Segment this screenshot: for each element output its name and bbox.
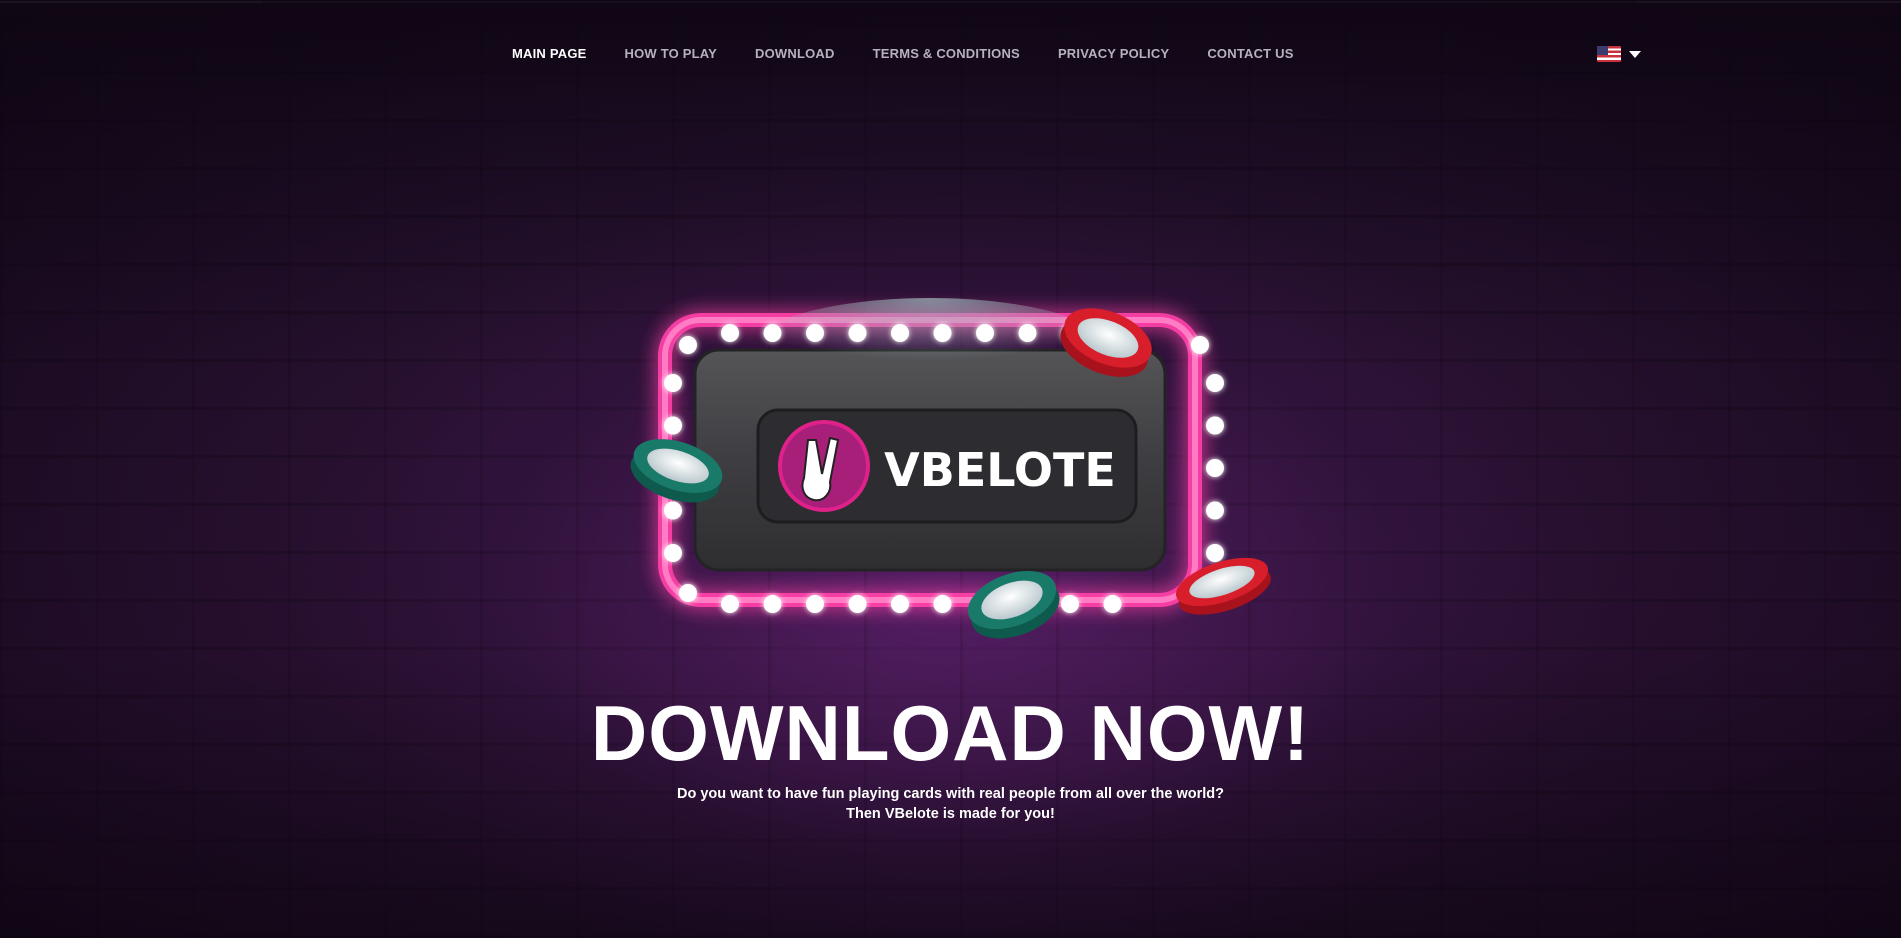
marquee-bulb — [1061, 595, 1079, 613]
marquee-bulb — [664, 416, 682, 435]
marquee-bulb — [721, 595, 739, 613]
marquee-bulb — [664, 544, 682, 562]
marquee-bulb — [1103, 595, 1122, 613]
marquee-bulb — [664, 501, 682, 520]
marquee-bulb — [664, 374, 682, 392]
logo-text: VBELOTE — [884, 443, 1116, 497]
nav-item-terms[interactable]: TERMS & CONDITIONS — [873, 46, 1020, 61]
marquee-bulb — [1191, 336, 1209, 354]
marquee-bulb — [1206, 501, 1224, 520]
marquee-bulb — [891, 595, 909, 613]
marquee-bulb — [679, 336, 697, 354]
marquee-bulb — [806, 595, 824, 613]
marquee-bulb — [806, 324, 824, 342]
nav-item-contact[interactable]: CONTACT US — [1207, 46, 1293, 61]
marquee-bulb — [1206, 374, 1224, 392]
marquee-bulb — [1206, 544, 1224, 562]
marquee-bulb — [763, 324, 782, 342]
subtitle-line-2: Then VBelote is made for you! — [846, 806, 1055, 822]
language-selector[interactable] — [1597, 46, 1641, 62]
us-flag-icon — [1597, 46, 1621, 62]
page-headline: DOWNLOAD NOW! — [590, 689, 1311, 777]
nav-item-privacy[interactable]: PRIVACY POLICY — [1058, 46, 1169, 61]
main-navigation: MAIN PAGE HOW TO PLAY DOWNLOAD TERMS & C… — [512, 46, 1294, 61]
marquee-bulb — [679, 584, 697, 602]
marquee-bulb — [891, 324, 909, 342]
marquee-bulb — [1018, 324, 1037, 342]
marquee-bulb — [933, 595, 952, 613]
marquee-sign-graphic: VBELOTE — [630, 298, 1271, 639]
subtitle-line-1: Do you want to have fun playing cards wi… — [676, 786, 1225, 802]
nav-item-how-to-play[interactable]: HOW TO PLAY — [625, 46, 718, 61]
marquee-bulb — [976, 324, 994, 342]
marquee-bulb — [763, 595, 782, 613]
marquee-bulb — [721, 324, 739, 342]
marquee-bulb — [1206, 459, 1224, 477]
nav-item-main-page[interactable]: MAIN PAGE — [512, 46, 587, 61]
chevron-down-icon — [1629, 50, 1641, 58]
marquee-bulb — [1206, 416, 1224, 435]
marquee-bulb — [848, 595, 867, 613]
nav-item-download[interactable]: DOWNLOAD — [755, 46, 835, 61]
vbelote-logo-sign: VBELOTE — [610, 288, 1290, 648]
marquee-bulb — [848, 324, 867, 342]
marquee-bulb — [933, 324, 952, 342]
hero-subtitle: Do you want to have fun playing cards wi… — [0, 784, 1901, 824]
